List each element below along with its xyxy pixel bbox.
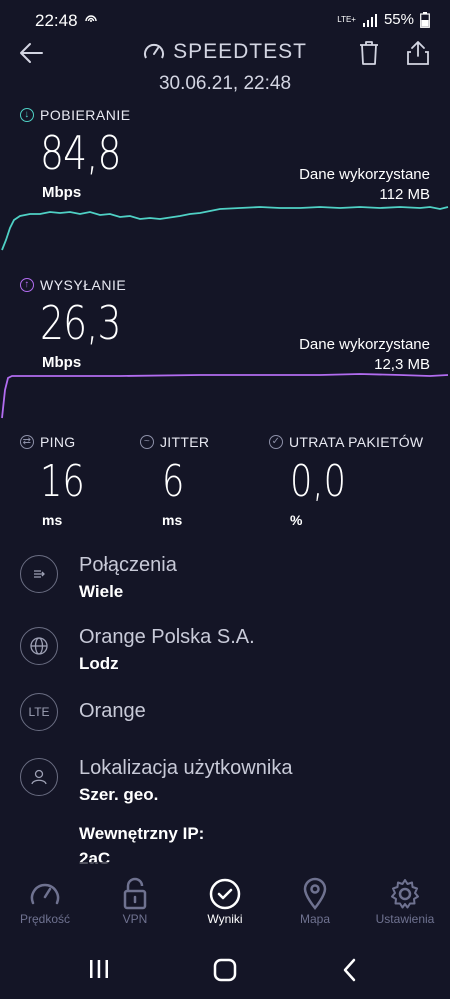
connections-title: Połączenia [79, 554, 177, 576]
status-bar: 22:48 LTE+ 55% [0, 0, 450, 42]
battery-percent: 55% [383, 11, 414, 28]
nav-vpn[interactable]: VPN [90, 876, 180, 926]
jitter-unit: ms [162, 512, 183, 528]
lte-icon: LTE [20, 693, 58, 731]
network-title: Orange [79, 700, 146, 722]
home-button[interactable] [213, 958, 237, 987]
home-icon [213, 958, 237, 982]
battery-icon [420, 11, 430, 28]
loss-value: 0,0 [290, 456, 346, 507]
bottom-nav: Prędkość VPN Wyniki Mapa Ustawienia [0, 862, 450, 940]
ping-icon: ⇄ [20, 435, 34, 449]
page-title: SPEEDTEST [0, 40, 450, 68]
provider-location: Lodz [79, 654, 119, 673]
nav-vpn-label: VPN [122, 912, 148, 926]
lte-icon-text: LTE [28, 705, 50, 719]
ping-value: 16 [40, 456, 85, 507]
check-circle-icon [209, 878, 241, 910]
packet-loss-icon: ✓ [269, 435, 283, 449]
system-back-button[interactable] [342, 958, 358, 987]
location-title: Lokalizacja użytkownika [79, 757, 293, 779]
status-indicators: LTE+ 55% [337, 11, 430, 28]
internal-ip-label: Wewnętrzny IP: [79, 824, 205, 843]
system-navigation-bar [0, 940, 450, 999]
nav-speed[interactable]: Prędkość [0, 876, 90, 926]
loss-unit: % [290, 512, 303, 528]
share-icon [407, 41, 429, 65]
upload-label-row: ↑ WYSYŁANIE [20, 277, 126, 293]
nav-map-label: Mapa [299, 912, 331, 926]
ping-label-row: ⇄ PING [20, 434, 75, 450]
connections-row [20, 555, 58, 593]
system-back-icon [343, 958, 356, 982]
upload-graph [1, 373, 449, 419]
nav-results[interactable]: Wyniki [180, 876, 270, 926]
app-title: SPEEDTEST [173, 40, 307, 63]
download-value: 84,8 [40, 126, 122, 180]
upload-arrow-icon: ↑ [20, 278, 34, 292]
download-graph [1, 206, 449, 251]
jitter-icon: ~ [140, 435, 154, 449]
download-data-used-label: Dane wykorzystane [299, 166, 430, 183]
test-datetime: 30.06.21, 22:48 [158, 73, 292, 94]
download-label-row: ↓ POBIERANIE [20, 107, 131, 123]
user-icon [20, 758, 58, 796]
provider-row [20, 627, 58, 665]
lock-icon [123, 877, 147, 910]
loss-label-row: ✓ UTRATA PAKIETÓW [269, 434, 423, 450]
upload-unit: Mbps [42, 354, 82, 371]
upload-value: 26,3 [40, 296, 122, 350]
nav-speed-label: Prędkość [19, 912, 71, 926]
provider-title: Orange Polska S.A. [79, 626, 255, 648]
trash-icon [360, 41, 378, 65]
nav-settings[interactable]: Ustawienia [360, 876, 450, 926]
upload-data-used: Dane wykorzystane 12,3 MB [299, 336, 430, 373]
share-button[interactable] [406, 40, 430, 71]
hotspot-icon [83, 13, 99, 34]
connections-text: Połączenia Wiele [79, 554, 177, 602]
download-data-used: Dane wykorzystane 112 MB [299, 166, 430, 203]
location-text: Lokalizacja użytkownika Szer. geo. [79, 757, 292, 805]
provider-text: Orange Polska S.A. Lodz [79, 626, 255, 674]
nav-map[interactable]: Mapa [270, 876, 360, 926]
recent-apps-icon [90, 960, 108, 978]
jitter-value: 6 [162, 456, 185, 507]
location-row [20, 758, 58, 796]
signal-icon [362, 13, 377, 27]
download-label: POBIERANIE [40, 107, 131, 123]
speedtest-logo-icon [144, 43, 165, 59]
connections-value: Wiele [79, 582, 124, 601]
network-row: LTE [20, 693, 58, 731]
location-value: Szer. geo. [79, 785, 159, 804]
upload-label: WYSYŁANIE [40, 277, 127, 293]
upload-data-used-label: Dane wykorzystane [299, 336, 430, 353]
jitter-label: JITTER [160, 434, 210, 450]
nav-results-label: Wyniki [207, 912, 243, 926]
speedometer-icon [30, 883, 60, 905]
gear-icon [391, 879, 419, 909]
ping-unit: ms [42, 512, 63, 528]
ping-label: PING [40, 434, 76, 450]
network-text: Orange [79, 700, 146, 723]
download-arrow-icon: ↓ [20, 108, 34, 122]
recent-apps-button[interactable] [88, 958, 110, 985]
globe-icon [20, 627, 58, 665]
network-type: LTE+ [337, 14, 356, 24]
delete-button[interactable] [358, 40, 380, 71]
connections-icon [20, 555, 58, 593]
map-pin-icon [303, 877, 327, 910]
jitter-label-row: ~ JITTER [140, 434, 209, 450]
download-unit: Mbps [42, 184, 82, 201]
loss-label: UTRATA PAKIETÓW [289, 434, 424, 450]
status-time: 22:48 [35, 11, 78, 30]
nav-settings-label: Ustawienia [375, 912, 435, 926]
